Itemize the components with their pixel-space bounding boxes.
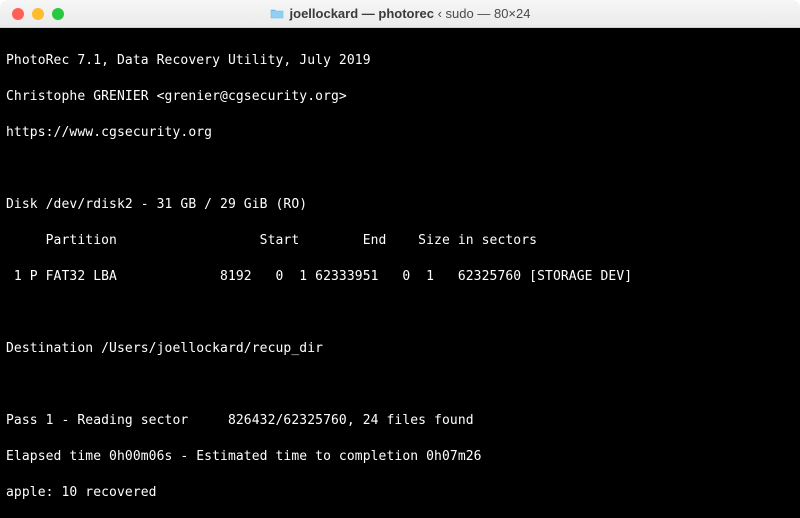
close-button[interactable] bbox=[12, 8, 24, 20]
terminal-window: joellockard — photorec ‹ sudo — 80×24 Ph… bbox=[0, 0, 800, 518]
output-line: apple: 10 recovered bbox=[6, 484, 794, 502]
terminal-body[interactable]: PhotoRec 7.1, Data Recovery Utility, Jul… bbox=[0, 28, 800, 518]
output-line: Partition Start End Size in sectors bbox=[6, 232, 794, 250]
traffic-lights bbox=[12, 8, 64, 20]
output-line bbox=[6, 160, 794, 178]
output-line: https://www.cgsecurity.org bbox=[6, 124, 794, 142]
output-line bbox=[6, 304, 794, 322]
output-line: 1 P FAT32 LBA 8192 0 1 62333951 0 1 6232… bbox=[6, 268, 794, 286]
folder-icon bbox=[270, 8, 284, 19]
output-line bbox=[6, 376, 794, 394]
title-bold: joellockard — photorec bbox=[290, 6, 438, 21]
output-line: PhotoRec 7.1, Data Recovery Utility, Jul… bbox=[6, 52, 794, 70]
title-suffix: ‹ sudo — 80×24 bbox=[438, 6, 531, 21]
output-line: Disk /dev/rdisk2 - 31 GB / 29 GiB (RO) bbox=[6, 196, 794, 214]
minimize-button[interactable] bbox=[32, 8, 44, 20]
maximize-button[interactable] bbox=[52, 8, 64, 20]
terminal-content: PhotoRec 7.1, Data Recovery Utility, Jul… bbox=[6, 34, 794, 518]
output-line: Christophe GRENIER <grenier@cgsecurity.o… bbox=[6, 88, 794, 106]
output-line: Elapsed time 0h00m06s - Estimated time t… bbox=[6, 448, 794, 466]
title-text: joellockard — photorec ‹ sudo — 80×24 bbox=[290, 6, 531, 21]
window-title: joellockard — photorec ‹ sudo — 80×24 bbox=[270, 6, 531, 21]
output-line: Pass 1 - Reading sector 826432/62325760,… bbox=[6, 412, 794, 430]
output-line: Destination /Users/joellockard/recup_dir bbox=[6, 340, 794, 358]
titlebar[interactable]: joellockard — photorec ‹ sudo — 80×24 bbox=[0, 0, 800, 28]
